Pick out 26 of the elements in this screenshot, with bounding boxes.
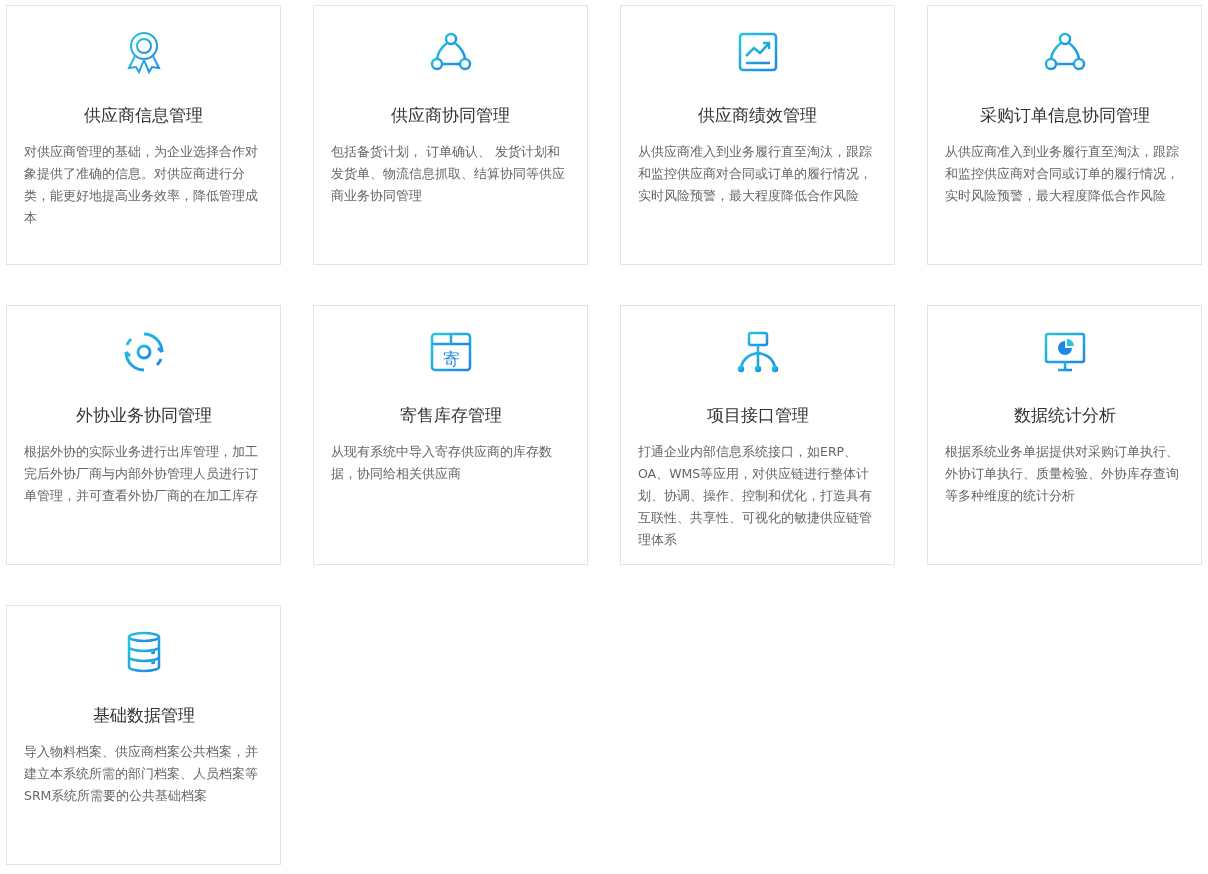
connected-nodes-icon [429,32,472,72]
card-description: 包括备货计划， 订单确认、 发货计划和发货单、物流信息抓取、结算协同等供应商业务协同管理 [331,143,566,205]
card-title: 供应商信息管理 [84,104,203,127]
card-description: 导入物料档案、供应商档案公共档案，并建立本系统所需的部门档案、人员档案等SRM系统所需要的公共基础档案 [24,743,259,805]
card-description: 从供应商准入到业务履行直至淘汰，跟踪和监控供应商对合同或订单的履行情况，实时风险预警，最大程度降低合作风险 [638,143,873,205]
card-title: 数据统计分析 [1013,404,1116,427]
card-description: 根据系统业务单据提供对采购订单执行、外协订单执行、质量检验、外协库存查询等多种维度的统计分析 [945,443,1180,505]
card-description: 对供应商管理的基础，为企业选择合作对象提供了准确的信息。对供应商进行分类，能更好地提高业务效率，降低管理成本 [24,143,259,227]
card-title: 项目接口管理 [706,404,809,427]
card-title: 供应商协同管理 [391,104,510,127]
card-title: 基础数据管理 [92,704,195,727]
card-title: 供应商绩效管理 [698,104,817,127]
sync-circle-icon [122,331,165,373]
card-title: 采购订单信息协同管理 [979,104,1150,127]
card-description: 从供应商准入到业务履行直至淘汰，跟踪和监控供应商对合同或订单的履行情况，实时风险预警，最大程度降低合作风险 [945,143,1180,205]
card-description: 根据外协的实际业务进行出库管理，加工完后外协厂商与内部外协管理人员进行订单管理，并可查看外协厂商的在加工库存 [24,443,259,505]
box-icon: 寄 [429,332,472,372]
card-description: 打通企业内部信息系统接口，如ERP、OA、WMS等应用，对供应链进行整体计划、协调、操作、控制和优化，打造具有互联性、共享性、可视化的敏捷供应链管理体系 [638,443,873,549]
monitor-pie-chart-icon [1043,332,1086,372]
database-icon [125,631,162,673]
line-chart-icon [737,32,778,72]
card-description: 从现有系统中导入寄存供应商的库存数据，协同给相关供应商 [331,443,553,483]
connected-nodes-icon [1043,32,1086,72]
card-title: 寄售库存管理 [399,404,502,427]
card-title: 外协业务协同管理 [75,404,212,427]
network-tree-icon [735,331,780,373]
